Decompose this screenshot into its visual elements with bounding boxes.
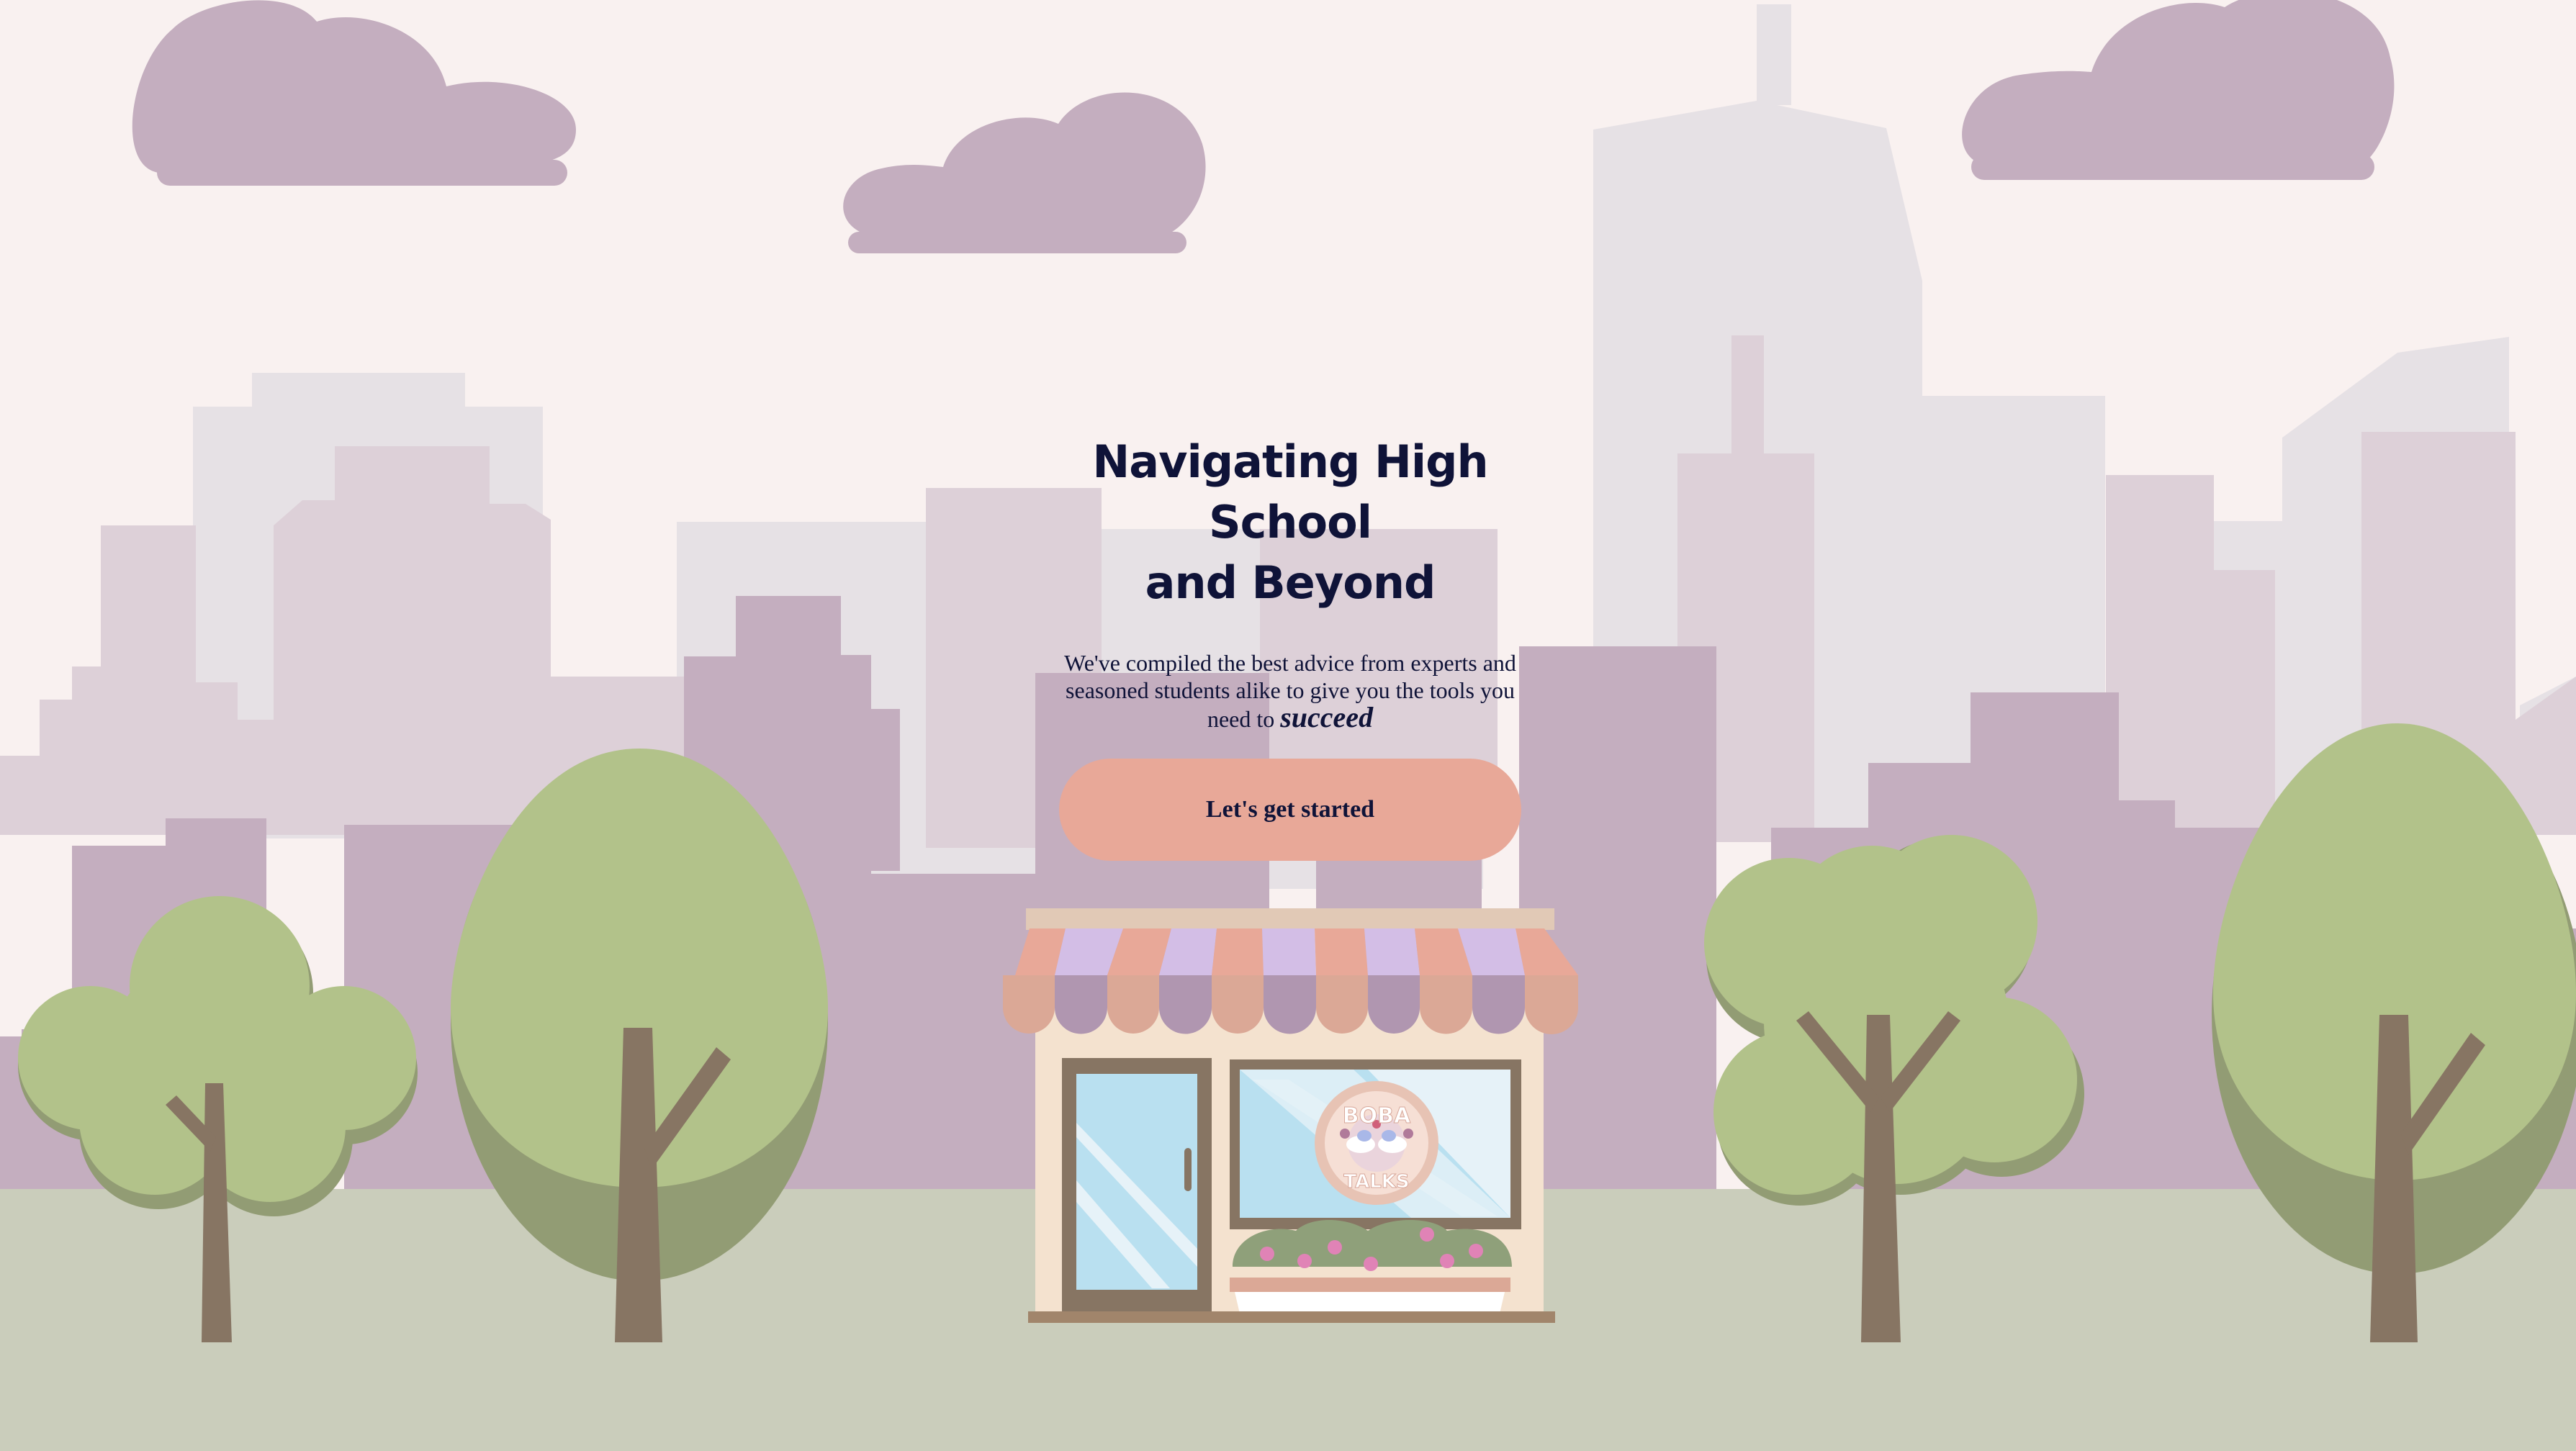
title-line-2: and Beyond xyxy=(1145,556,1436,609)
page-title: Navigating High School and Beyond xyxy=(1053,432,1528,613)
shop-awning xyxy=(1015,928,1578,975)
hero-description: We've compiled the best advice from expe… xyxy=(1056,649,1524,733)
emphasis-word: succeed xyxy=(1280,701,1374,733)
shop-door xyxy=(1062,1058,1212,1317)
shop-base xyxy=(1028,1311,1555,1323)
logo-text-bottom: TALKS xyxy=(1343,1171,1409,1193)
title-line-1: Navigating High School xyxy=(1092,435,1488,548)
get-started-button[interactable]: Let's get started xyxy=(1059,759,1521,861)
boba-talks-logo: BOBA TALKS xyxy=(1315,1081,1438,1205)
boba-shop: BOBA TALKS xyxy=(1003,908,1578,1323)
logo-text-top: BOBA xyxy=(1343,1103,1411,1129)
hero-section: Navigating High School and Beyond We've … xyxy=(1053,432,1528,861)
awning-scallops xyxy=(1003,975,1578,1034)
